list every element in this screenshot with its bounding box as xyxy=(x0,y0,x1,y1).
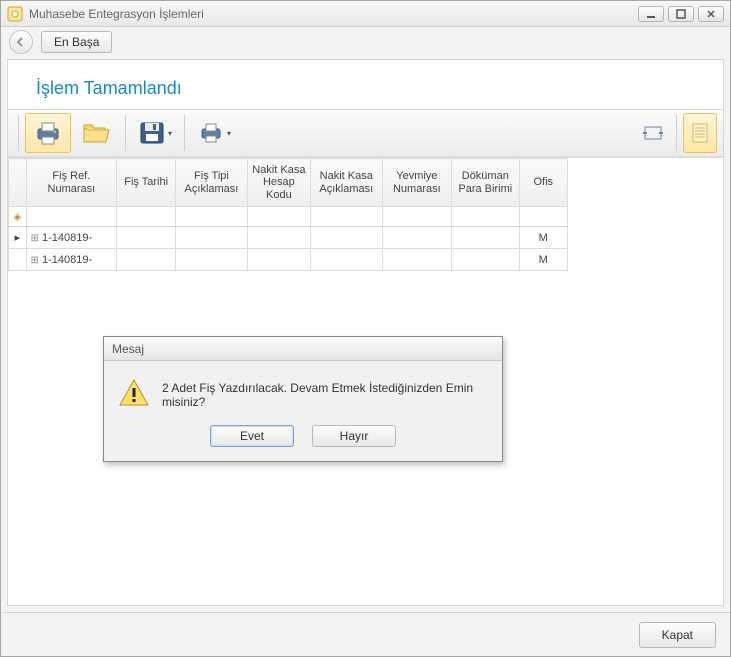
row-indicator xyxy=(9,249,27,271)
fit-width-button[interactable] xyxy=(636,113,670,153)
go-top-button[interactable]: En Başa xyxy=(41,31,112,53)
filter-row: ◈ xyxy=(9,207,568,227)
back-button[interactable] xyxy=(9,30,33,54)
no-button[interactable]: Hayır xyxy=(312,425,396,447)
save-button[interactable]: ▾ xyxy=(132,113,178,153)
col-header[interactable]: Fiş Ref. Numarası xyxy=(26,159,117,207)
filter-cell[interactable] xyxy=(310,207,382,227)
nav-row: En Başa xyxy=(1,27,730,57)
window-buttons xyxy=(638,6,724,22)
app-icon xyxy=(7,6,23,22)
table-row[interactable]: ⊞ 1-140819- M xyxy=(9,249,568,271)
col-header[interactable]: Fiş Tipi Açıklaması xyxy=(176,159,248,207)
chevron-down-icon: ▾ xyxy=(168,129,172,138)
toolbar-separator xyxy=(125,115,126,151)
expand-icon[interactable]: ⊞ xyxy=(31,255,39,266)
titlebar: Muhasebe Entegrasyon İşlemleri xyxy=(1,1,730,27)
filter-cell[interactable] xyxy=(452,207,519,227)
cell-ofis: M xyxy=(519,249,568,271)
footer: Kapat xyxy=(1,612,730,656)
message-dialog: Mesaj 2 Adet Fiş Yazdırılacak. Devam Etm… xyxy=(103,336,503,462)
toolbar: ▾ ▾ xyxy=(8,109,723,157)
cell-ref: ⊞ 1-140819- xyxy=(26,249,117,271)
col-header[interactable]: Yevmiye Numarası xyxy=(382,159,452,207)
row-indicator: ▸ xyxy=(9,227,27,249)
toolbar-separator xyxy=(676,115,677,151)
print-button[interactable] xyxy=(25,113,71,153)
col-header[interactable]: Nakit Kasa Açıklaması xyxy=(310,159,382,207)
cell-ofis: M xyxy=(519,227,568,249)
toolbar-separator xyxy=(184,115,185,151)
dialog-buttons: Evet Hayır xyxy=(104,419,502,461)
chevron-down-icon: ▾ xyxy=(227,129,231,138)
minimize-button[interactable] xyxy=(638,6,664,22)
filter-indicator: ◈ xyxy=(9,207,27,227)
filter-cell[interactable] xyxy=(176,207,248,227)
filter-icon: ◈ xyxy=(13,212,21,223)
page-title: İşlem Tamamlandı xyxy=(36,78,705,99)
table-row[interactable]: ▸ ⊞ 1-140819- M xyxy=(9,227,568,249)
maximize-button[interactable] xyxy=(668,6,694,22)
page-view-button[interactable] xyxy=(683,113,717,153)
heading-area: İşlem Tamamlandı xyxy=(8,60,723,109)
cell-value: 1-140819- xyxy=(42,232,92,244)
cell-ref: ⊞ 1-140819- xyxy=(26,227,117,249)
filter-cell[interactable] xyxy=(382,207,452,227)
close-button[interactable] xyxy=(698,6,724,22)
app-window: Muhasebe Entegrasyon İşlemleri En Başa İ… xyxy=(0,0,731,657)
filter-cell[interactable] xyxy=(519,207,568,227)
filter-cell[interactable] xyxy=(26,207,117,227)
expand-icon[interactable]: ⊞ xyxy=(31,233,39,244)
header-row: Fiş Ref. Numarası Fiş Tarihi Fiş Tipi Aç… xyxy=(9,159,568,207)
cell-value: 1-140819- xyxy=(42,254,92,266)
col-header[interactable]: Nakit Kasa Hesap Kodu xyxy=(247,159,310,207)
data-table: Fiş Ref. Numarası Fiş Tarihi Fiş Tipi Aç… xyxy=(8,158,568,271)
filter-cell[interactable] xyxy=(247,207,310,227)
dialog-title: Mesaj xyxy=(104,337,502,361)
print-dropdown-button[interactable]: ▾ xyxy=(191,113,237,153)
close-form-button[interactable]: Kapat xyxy=(639,622,716,648)
row-indicator-header xyxy=(9,159,27,207)
col-header[interactable]: Döküman Para Birimi xyxy=(452,159,519,207)
col-header[interactable]: Fiş Tarihi xyxy=(117,159,176,207)
col-header[interactable]: Ofis xyxy=(519,159,568,207)
yes-button[interactable]: Evet xyxy=(210,425,294,447)
open-button[interactable] xyxy=(73,113,119,153)
dialog-message: 2 Adet Fiş Yazdırılacak. Devam Etmek İst… xyxy=(162,377,488,409)
warning-icon xyxy=(118,377,150,409)
toolbar-separator xyxy=(18,115,19,151)
filter-cell[interactable] xyxy=(117,207,176,227)
dialog-body: 2 Adet Fiş Yazdırılacak. Devam Etmek İst… xyxy=(104,361,502,419)
content-shell: İşlem Tamamlandı xyxy=(7,59,724,606)
window-title: Muhasebe Entegrasyon İşlemleri xyxy=(29,7,638,21)
